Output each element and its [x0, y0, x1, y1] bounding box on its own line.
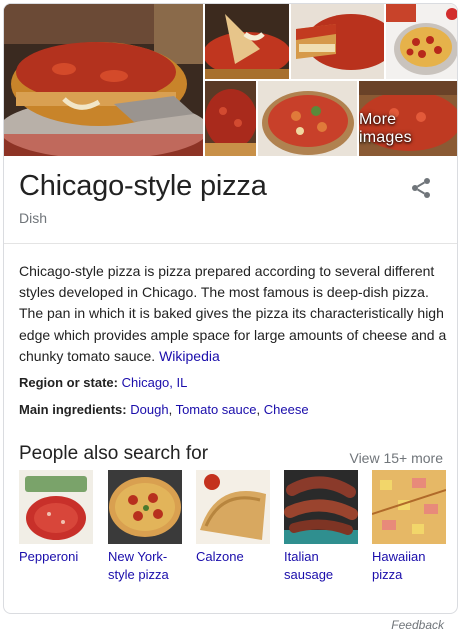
knowledge-panel: More images Chicago-style pizza Dish Chi…	[3, 3, 458, 614]
people-also-search-title: People also search for	[19, 443, 209, 464]
related-thumb[interactable]	[372, 470, 446, 544]
related-item-italian-sausage[interactable]: Italian sausage	[284, 470, 358, 583]
related-thumb[interactable]	[19, 470, 93, 544]
related-item-pepperoni[interactable]: Pepperoni	[19, 470, 93, 566]
related-item-new-york-style-pizza[interactable]: New York-style pizza	[108, 470, 182, 583]
image-slice-plate[interactable]: More images	[359, 81, 457, 156]
related-label[interactable]: Pepperoni	[19, 548, 93, 566]
image-whole-pie[interactable]	[258, 81, 357, 156]
description-text: Chicago-style pizza is pizza prepared ac…	[19, 263, 447, 364]
image-sauce-top[interactable]	[205, 81, 256, 156]
related-label[interactable]: Hawaiian pizza	[372, 548, 446, 583]
image-deep-dish-cut[interactable]	[291, 4, 384, 79]
entity-subtitle: Dish	[19, 210, 48, 226]
ingredient-separator: ,	[256, 402, 264, 417]
more-images-link[interactable]: More images	[359, 111, 451, 147]
description: Chicago-style pizza is pizza prepared ac…	[19, 261, 447, 367]
image-pepperoni-pie[interactable]	[386, 4, 457, 79]
ingredient-link-cheese[interactable]: Cheese	[264, 402, 309, 417]
region-link[interactable]: Chicago, IL	[122, 375, 188, 390]
wikipedia-link[interactable]: Wikipedia	[159, 348, 220, 364]
share-button[interactable]	[409, 176, 433, 200]
section-divider	[4, 243, 457, 244]
image-mosaic[interactable]: More images	[4, 4, 457, 156]
ingredient-link-tomato-sauce[interactable]: Tomato sauce	[176, 402, 257, 417]
share-icon	[412, 178, 430, 198]
entity-title: Chicago-style pizza	[19, 170, 267, 202]
related-thumb[interactable]	[196, 470, 270, 544]
ingredient-link-dough[interactable]: Dough	[130, 402, 168, 417]
fact-ingredients-label: Main ingredients:	[19, 402, 127, 417]
fact-region: Region or state: Chicago, IL	[19, 374, 187, 392]
related-label[interactable]: Calzone	[196, 548, 270, 566]
related-item-hawaiian-pizza[interactable]: Hawaiian pizza	[372, 470, 446, 583]
image-cheese-pull[interactable]	[205, 4, 289, 79]
related-label[interactable]: Italian sausage	[284, 548, 358, 583]
related-thumb[interactable]	[284, 470, 358, 544]
ingredient-separator: ,	[168, 402, 176, 417]
related-thumb[interactable]	[108, 470, 182, 544]
related-label[interactable]: New York-style pizza	[108, 548, 182, 583]
fact-ingredients: Main ingredients: Dough, Tomato sauce, C…	[19, 401, 309, 419]
image-deep-dish-slice[interactable]	[4, 4, 203, 156]
feedback-link[interactable]: Feedback	[391, 618, 444, 632]
related-item-calzone[interactable]: Calzone	[196, 470, 270, 566]
view-more-link[interactable]: View 15+ more	[349, 450, 443, 466]
fact-region-label: Region or state:	[19, 375, 118, 390]
